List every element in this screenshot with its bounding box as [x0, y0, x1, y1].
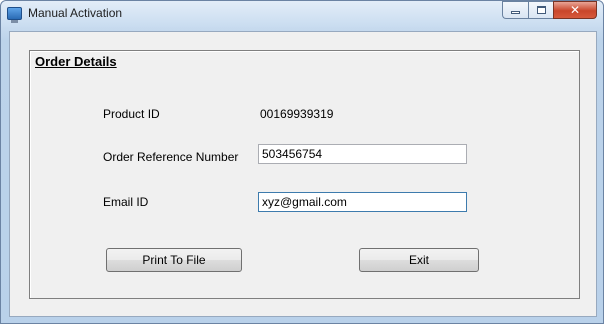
email-id-label: Email ID	[103, 195, 149, 209]
product-id-label: Product ID	[103, 107, 160, 121]
window-title: Manual Activation	[28, 6, 123, 20]
app-icon	[7, 7, 22, 23]
order-reference-label: Order Reference Number	[103, 150, 239, 164]
maximize-icon	[537, 6, 546, 14]
print-to-file-button[interactable]: Print To File	[106, 248, 242, 272]
window-controls: ✕	[502, 1, 597, 20]
exit-button[interactable]: Exit	[359, 248, 479, 272]
group-title: Order Details	[35, 54, 117, 69]
minimize-icon	[511, 11, 520, 14]
client-area: Order Details Product ID 00169939319 Ord…	[9, 31, 597, 317]
order-details-group: Order Details Product ID 00169939319 Ord…	[29, 50, 580, 299]
close-icon: ✕	[569, 3, 581, 17]
order-reference-input[interactable]	[258, 144, 467, 164]
product-id-value: 00169939319	[260, 107, 334, 121]
maximize-button[interactable]	[528, 1, 553, 19]
email-id-input[interactable]	[258, 192, 467, 212]
title-bar[interactable]: Manual Activation ✕	[1, 1, 603, 27]
minimize-button[interactable]	[502, 1, 528, 19]
manual-activation-window: Manual Activation ✕ Order Details Produc…	[0, 0, 604, 324]
close-button[interactable]: ✕	[553, 1, 597, 19]
